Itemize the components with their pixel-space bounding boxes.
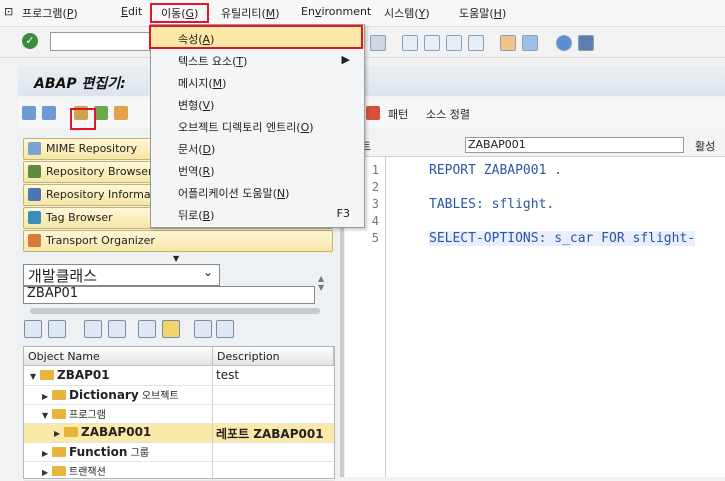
forward-arrow-icon[interactable] [42, 106, 56, 120]
object-tree: Object Name Description ▼ ZBAP01 test ▶ Di… [23, 346, 335, 481]
menu-item-object-directory[interactable]: 오브젝트 디렉토리 엔트리(O) [151, 115, 364, 136]
code-line[interactable]: REPORT ZABAP001 . [429, 163, 562, 178]
hierarchy-icon[interactable] [138, 320, 156, 338]
next-page-icon[interactable] [446, 35, 462, 51]
tree-row-zbap01[interactable]: ▼ ZBAP01 test [24, 367, 334, 386]
tree-row-zabap001[interactable]: ▶ ZABAP001 레포트 ZABAP001 [24, 424, 334, 443]
highlight-goto [150, 3, 209, 23]
menu-item-documentation[interactable]: 문서(D) [151, 137, 364, 158]
new-session-icon[interactable] [500, 35, 516, 51]
tag-icon [28, 211, 41, 224]
expanded-icon: ▼ [30, 372, 37, 381]
expanded-icon: ▼ [42, 411, 49, 420]
menu-help[interactable]: 도움말(H) [459, 5, 506, 21]
tree-row-dictionary[interactable]: ▶ Dictionary 오브젝트 [24, 386, 334, 405]
activate-icon[interactable] [94, 106, 108, 120]
menu-icon[interactable]: ⊡ [4, 5, 13, 18]
prev-page-icon[interactable] [424, 35, 440, 51]
menu-utilities[interactable]: 유틸리티(M) [221, 5, 280, 21]
shortcut-icon[interactable] [522, 35, 538, 51]
back-arrow-icon[interactable] [22, 106, 36, 120]
mime-icon [28, 142, 41, 155]
menu-system[interactable]: 시스템(Y) [384, 5, 430, 21]
find-icon[interactable] [370, 35, 386, 51]
refresh-icon[interactable] [194, 320, 212, 338]
command-field[interactable] [50, 32, 150, 51]
line-gutter [385, 156, 386, 477]
menu-item-back[interactable]: 뒤로(B) F3 [151, 203, 364, 224]
page-title: ABAP 편집기: [34, 76, 126, 92]
scroll-arrows-icon[interactable]: ▲ ▼ [318, 274, 324, 292]
object-type-dropdown[interactable]: 개발클래스 ⌄ [23, 264, 220, 286]
highlight-attributes [149, 25, 363, 49]
menu-item-application-help[interactable]: 어플리케이션 도움말(N) [151, 181, 364, 202]
tree-row-transactions[interactable]: ▶ 트랜잭션 [24, 462, 334, 481]
line-number: 1 [371, 163, 379, 177]
folder-open-icon [52, 409, 66, 419]
shortcut-label: F3 [336, 207, 350, 220]
expand-all-icon[interactable] [108, 320, 126, 338]
tree-icon [28, 165, 41, 178]
title-bar: ABAP 편집기: [18, 66, 725, 96]
goto-menu: 속성(A) 텍스트 요소(T) ▶ 메시지(M) 변형(V) 오브젝트 디렉토리 … [150, 24, 365, 228]
info-icon [28, 188, 41, 201]
menu-item-messages[interactable]: 메시지(M) [151, 71, 364, 92]
submenu-arrow-icon: ▶ [341, 53, 350, 66]
folder-open-icon [40, 370, 54, 380]
folder-icon [64, 427, 78, 437]
collapse-arrow-icon[interactable]: ▼ [173, 254, 179, 263]
enhance-icon[interactable] [366, 106, 380, 120]
help-icon[interactable] [556, 35, 572, 51]
editor-header: 포트 ZABAP001 활성 [345, 134, 725, 157]
horizontal-scrollbar[interactable] [30, 308, 320, 314]
pretty-printer-button[interactable]: 소스 정렬 [426, 106, 470, 122]
collapse-all-icon[interactable] [84, 320, 102, 338]
menu-item-translation[interactable]: 번역(R) [151, 159, 364, 180]
object-name-input[interactable]: ZBAP01 [23, 286, 315, 304]
folder-icon [52, 466, 66, 476]
code-line[interactable]: SELECT-OPTIONS: s_car FOR sflight- [429, 231, 696, 246]
favorites-icon[interactable] [162, 320, 180, 338]
nav-forward-icon[interactable] [48, 320, 66, 338]
collapsed-icon: ▶ [42, 392, 49, 401]
highlight-display-change [70, 108, 96, 130]
menu-environment[interactable]: Environment [301, 5, 371, 18]
column-header-object-name[interactable]: Object Name [24, 347, 213, 366]
abap-editor: 포트 ZABAP001 활성 1 2 3 4 5 REPORT ZABAP001… [345, 134, 725, 477]
first-page-icon[interactable] [402, 35, 418, 51]
line-number: 3 [371, 197, 379, 211]
tree-row-function-groups[interactable]: ▶ Function 그룹 [24, 443, 334, 462]
menu-bar: ⊡ 프로그램(P) Edit 이동(G) 유틸리티(M) Environment… [0, 0, 725, 27]
check-icon[interactable]: ✓ [22, 33, 38, 49]
chevron-down-icon: ⌄ [202, 265, 213, 279]
folder-icon [52, 390, 66, 400]
menu-item-text-elements[interactable]: 텍스트 요소(T) ▶ [151, 49, 364, 70]
line-number: 2 [371, 180, 379, 194]
last-page-icon[interactable] [468, 35, 484, 51]
line-number: 5 [371, 231, 379, 245]
menu-edit[interactable]: Edit [121, 5, 142, 18]
program-name-field: ZABAP001 [465, 137, 684, 153]
line-number: 4 [371, 214, 379, 228]
pattern-button[interactable]: 패턴 [388, 106, 408, 122]
column-header-description[interactable]: Description [213, 347, 334, 366]
collapsed-icon: ▶ [42, 468, 49, 477]
tree-row-programs[interactable]: ▼ 프로그램 [24, 405, 334, 424]
close-icon[interactable] [216, 320, 234, 338]
menu-program[interactable]: 프로그램(P) [22, 5, 78, 21]
nav-transport-organizer[interactable]: Transport Organizer [23, 230, 333, 252]
application-toolbar: 패턴 소스 정렬 [18, 98, 725, 128]
nav-back-icon[interactable] [24, 320, 42, 338]
code-line[interactable]: TABLES: sflight. [429, 197, 554, 212]
status-label: 활성 [695, 140, 716, 153]
collapsed-icon: ▶ [54, 429, 61, 438]
layout-icon[interactable] [578, 35, 594, 51]
folder-icon [52, 447, 66, 457]
truck-icon [28, 234, 41, 247]
menu-item-variants[interactable]: 변형(V) [151, 93, 364, 114]
collapsed-icon: ▶ [42, 449, 49, 458]
other-object-icon[interactable] [114, 106, 128, 120]
